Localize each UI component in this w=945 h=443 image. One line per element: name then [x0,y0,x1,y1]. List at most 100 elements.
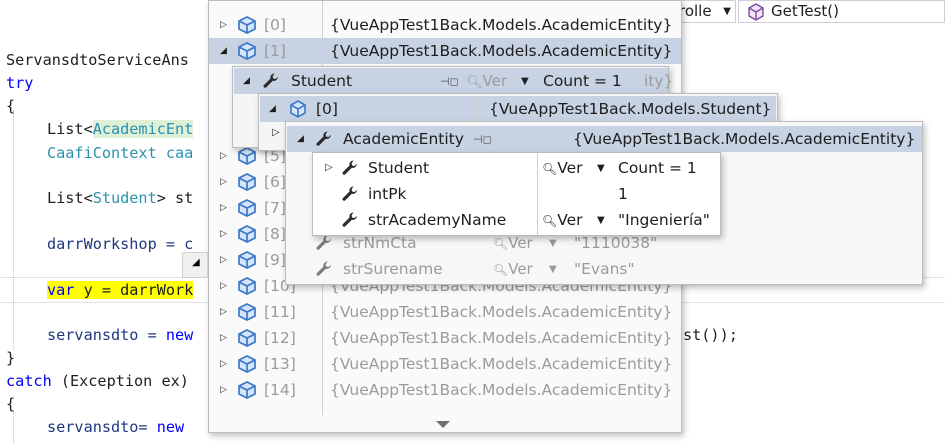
collapse-arrow-icon: ◢ [192,257,200,268]
list-item[interactable]: ▷ [11] {VueAppTest1Back.Models.AcademicEnt… [209,299,681,325]
item-index: [1] [264,42,286,60]
code-line[interactable]: try [6,73,33,93]
expand-arrow-icon[interactable]: ◢ [220,38,227,64]
expand-arrow-icon[interactable]: ◢ [269,96,276,122]
list-item[interactable]: ▷ [13] {VueAppTest1Back.Models.AcademicEnt… [209,351,681,377]
cube-icon [238,225,256,243]
collapse-arrow-icon[interactable]: ▷ [220,12,227,38]
collapse-arrow-icon[interactable]: ▷ [220,377,227,403]
code-line-tail: st()); [683,326,738,344]
column-separator [491,126,492,152]
property-row[interactable]: strAcademyName 🔍︎Ver ▼ "Ingeniería" [313,207,720,233]
list-item[interactable]: ◢ [1] {VueAppTest1Back.Models.AcademicEnti… [209,38,681,64]
cube-icon [238,277,256,295]
item-index: [11] [264,303,296,321]
item-value: {VueAppTest1Back.Models.AcademicEntity} [330,355,673,373]
magnify-view-icon[interactable]: 🔍︎ [493,263,508,277]
code-line[interactable]: catch (Exception ex) [6,371,189,391]
magnify-view-icon[interactable]: 🔍︎ [542,162,557,176]
collapse-arrow-icon[interactable]: ▷ [220,221,227,247]
property-row[interactable]: intPk 1 [313,181,720,207]
expand-arrow-icon[interactable]: ◢ [297,126,304,152]
pin-icon[interactable]: ⊣◻ [440,69,459,95]
collapse-arrow-icon[interactable]: ▷ [220,325,227,351]
property-name: intPk [368,185,407,203]
magnify-view-icon[interactable]: 🔍︎ [466,75,483,90]
collapse-arrow-icon[interactable]: ▷ [220,143,227,169]
collapse-arrow-icon[interactable]: ▷ [220,351,227,377]
cube-icon [238,251,256,269]
visualizer-button[interactable]: Ver [557,159,582,177]
collapse-arrow-icon[interactable]: ▷ [220,247,227,273]
datatip-properties-panel[interactable]: ▷ Student 🔍︎Ver ▼ Count = 1 intPk 1 strAcademyN… [312,152,721,236]
indent-guide [13,412,14,443]
method-combo[interactable]: GetTest() [738,0,945,23]
cube-icon [238,355,256,373]
scroll-down-arrow[interactable] [436,421,450,428]
expand-arrow-icon[interactable]: ◢ [243,68,250,94]
property-value: 1 [618,185,628,203]
list-item[interactable]: ▷ [14] {VueAppTest1Back.Models.AcademicEnt… [209,377,681,403]
collapse-arrow-icon[interactable]: ▷ [220,169,227,195]
chevron-down-icon[interactable]: ▼ [597,208,605,234]
code-line[interactable]: List<AcademicEnt [47,119,194,139]
item-index: [12] [264,329,296,347]
item-value: {VueAppTest1Back.Models.AcademicEntity} [330,329,673,347]
item-value: {VueAppTest1Back.Models.AcademicEntity} [330,303,673,321]
code-line[interactable]: CaafiContext caa [47,143,193,163]
chevron-down-icon[interactable]: ▼ [521,69,529,95]
property-value: "Ingeniería" [618,211,710,229]
pin-icon[interactable]: ⊣◻ [473,127,492,153]
code-line[interactable]: } [6,348,15,368]
cube-icon [238,147,256,165]
column-separator [478,96,479,122]
student-row[interactable]: ◢ Student ⊣◻ 🔍︎Ver ▼ Count = 1 ity} [234,68,673,95]
wrench-icon [342,212,357,227]
academic-entity-row[interactable]: ◢ AcademicEntity ⊣◻ {VueAppTest1Back.Mod… [287,126,922,152]
list-item[interactable]: ▷ [12] {VueAppTest1Back.Models.AcademicEnt… [209,325,681,351]
code-line-current[interactable]: var y = darrWork [47,280,194,300]
collapse-arrow-icon[interactable]: ▷ [272,127,280,138]
cube-icon [238,329,256,347]
code-line[interactable]: servansdto = new [47,325,193,345]
collapse-arrow-icon[interactable]: ▷ [325,155,333,181]
magnify-view-icon[interactable]: 🔍︎ [493,237,508,251]
item-index: [9] [264,251,286,269]
code-line[interactable]: ServansdtoServiceAns [6,50,189,70]
chevron-down-icon: ▼ [723,6,731,17]
chevron-down-icon[interactable]: ▼ [549,257,557,283]
item-value: {VueAppTest1Back.Models.AcademicEntity} [330,42,673,60]
visualizer-button[interactable]: Ver [557,211,582,229]
code-line[interactable]: { [6,96,15,116]
code-line[interactable]: { [6,394,15,414]
property-value: Count = 1 [618,159,697,177]
collapse-arrow-icon[interactable]: ▷ [220,273,227,299]
chevron-down-icon[interactable]: ▼ [597,156,605,182]
code-line[interactable]: darrWorkshop = c [47,234,193,254]
wrench-icon [316,131,331,146]
property-row-dim[interactable]: strSurename 🔍︎Ver ▼ "Evans" [287,256,907,282]
magnify-view-icon[interactable]: 🔍︎ [542,214,557,228]
wrench-icon [263,73,278,88]
cube-icon [290,100,306,118]
collapse-arrow-icon[interactable]: ▷ [220,299,227,325]
indent-guide [13,110,14,350]
cube-icon [238,303,256,321]
item-value: {VueAppTest1Back.Models.AcademicEntity} [330,16,673,34]
collapse-arrow-icon[interactable]: ▷ [220,195,227,221]
wrench-icon [316,261,331,276]
property-name: Student [368,159,430,177]
student0-row[interactable]: ◢ [0] {VueAppTest1Back.Models.Student} [260,96,776,122]
property-row[interactable]: ▷ Student 🔍︎Ver ▼ Count = 1 [313,155,720,181]
cube-icon [238,199,256,217]
list-item[interactable]: ▷ [0] {VueAppTest1Back.Models.AcademicEnti… [209,12,681,38]
visualizer-button[interactable]: Ver [483,72,508,90]
item-index: [0] [264,16,286,34]
wrench-icon [342,186,357,201]
cube-icon [238,42,256,60]
code-line[interactable]: servansdto= new [47,417,184,437]
quick-action-button[interactable]: ◢ [182,252,208,278]
cube-icon [238,381,256,399]
wrench-icon [342,160,357,175]
code-line[interactable]: List<Student> st [47,188,193,208]
